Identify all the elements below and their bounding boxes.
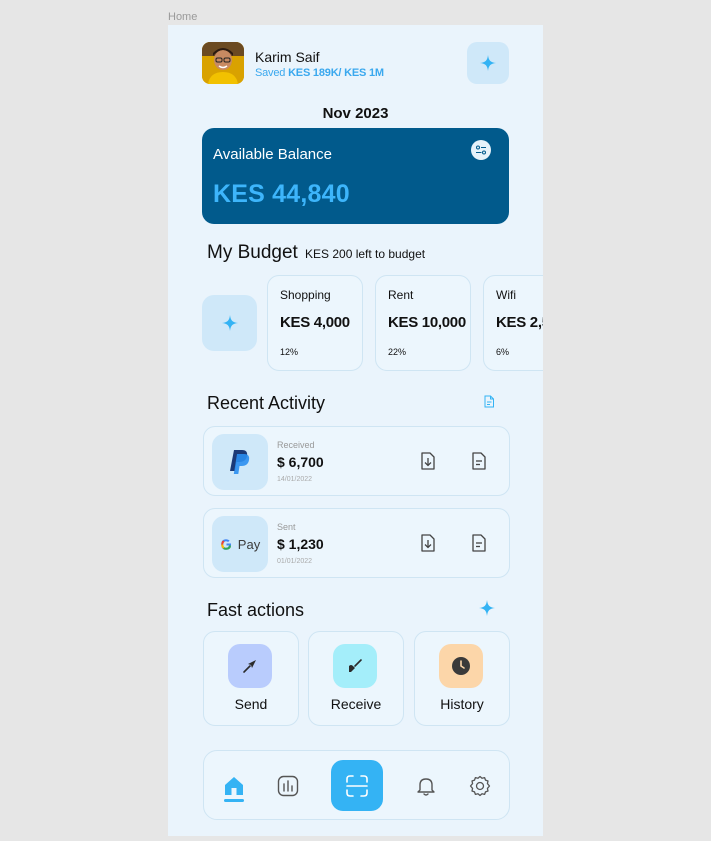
budget-subtitle: KES 200 left to budget (305, 247, 426, 261)
user-name: Karim Saif (255, 49, 320, 65)
savings-summary: Saved KES 189K/ KES 1M (255, 67, 384, 79)
home-icon[interactable] (221, 773, 247, 799)
action-label: Send (234, 696, 268, 712)
ai-sparkle-button[interactable] (467, 42, 509, 84)
recent-activity-title: Recent Activity (207, 393, 326, 413)
download-icon[interactable] (417, 532, 439, 554)
header: Karim Saif Saved KES 189K/ KES 1M (202, 42, 509, 84)
download-icon[interactable] (417, 450, 439, 472)
transaction-row[interactable]: Received $ 6,700 14/01/2022 (203, 426, 510, 496)
scan-button[interactable] (331, 760, 383, 811)
transaction-date: 14/01/2022 (277, 476, 313, 483)
budget-amount: KES 2,5 (496, 314, 543, 331)
budget-percent: 6% (496, 347, 510, 357)
paypal-icon (212, 434, 268, 490)
clock-icon (439, 644, 483, 688)
transaction-amount: $ 6,700 (277, 454, 324, 470)
budget-percent: 22% (388, 347, 407, 357)
balance-label: Available Balance (213, 146, 332, 163)
balance-amount: KES 44,840 (213, 180, 350, 208)
action-label: Receive (330, 696, 382, 712)
budget-amount: KES 4,000 (280, 314, 350, 331)
avatar[interactable] (202, 42, 244, 84)
budget-category: Shopping (280, 288, 331, 302)
add-budget-button[interactable] (202, 295, 257, 351)
budget-amount: KES 10,000 (388, 314, 466, 331)
send-action[interactable]: Send (203, 631, 299, 726)
month-label[interactable]: Nov 2023 (168, 105, 543, 122)
bottom-nav (203, 750, 510, 820)
send-icon (228, 644, 272, 688)
stats-icon[interactable] (275, 773, 301, 799)
frame-label: Home (168, 11, 198, 23)
sparkle-icon (480, 55, 496, 71)
home-screen: Karim Saif Saved KES 189K/ KES 1M Nov 20… (168, 25, 543, 836)
filter-icon[interactable] (471, 140, 491, 160)
transaction-row[interactable]: Pay Sent $ 1,230 01/01/2022 (203, 508, 510, 578)
receive-action[interactable]: Receive (308, 631, 404, 726)
budget-percent: 12% (280, 347, 299, 357)
balance-card[interactable]: Available Balance KES 44,840 (202, 128, 509, 224)
google-pay-text: Pay (237, 536, 261, 552)
budget-category: Rent (388, 288, 414, 302)
active-tab-indicator (224, 799, 244, 802)
transaction-date: 01/01/2022 (277, 558, 313, 565)
fast-actions-title: Fast actions (207, 600, 305, 620)
document-icon[interactable] (483, 395, 495, 413)
transaction-type: Sent (277, 522, 296, 532)
sparkle-icon (221, 315, 238, 331)
receipt-icon[interactable] (468, 450, 490, 472)
saved-prefix: Saved (255, 67, 286, 79)
google-pay-icon: Pay (212, 516, 268, 572)
settings-icon[interactable] (467, 773, 493, 799)
budget-card-rent[interactable]: Rent KES 10,000 22% (375, 275, 471, 371)
budget-card-wifi[interactable]: Wifi KES 2,5 6% (483, 275, 543, 371)
receipt-icon[interactable] (468, 532, 490, 554)
receive-icon (333, 644, 377, 688)
budget-title: My Budget (207, 242, 298, 263)
budget-category: Wifi (496, 288, 516, 302)
scan-icon (346, 774, 368, 797)
history-action[interactable]: History (414, 631, 510, 726)
transaction-amount: $ 1,230 (277, 536, 324, 552)
budget-card-shopping[interactable]: Shopping KES 4,000 12% (267, 275, 363, 371)
action-label: History (440, 696, 484, 712)
transaction-type: Received (277, 440, 315, 450)
bell-icon[interactable] (413, 773, 439, 799)
sparkle-icon[interactable] (479, 600, 495, 621)
saved-value: KES 189K/ KES 1M (288, 67, 384, 79)
